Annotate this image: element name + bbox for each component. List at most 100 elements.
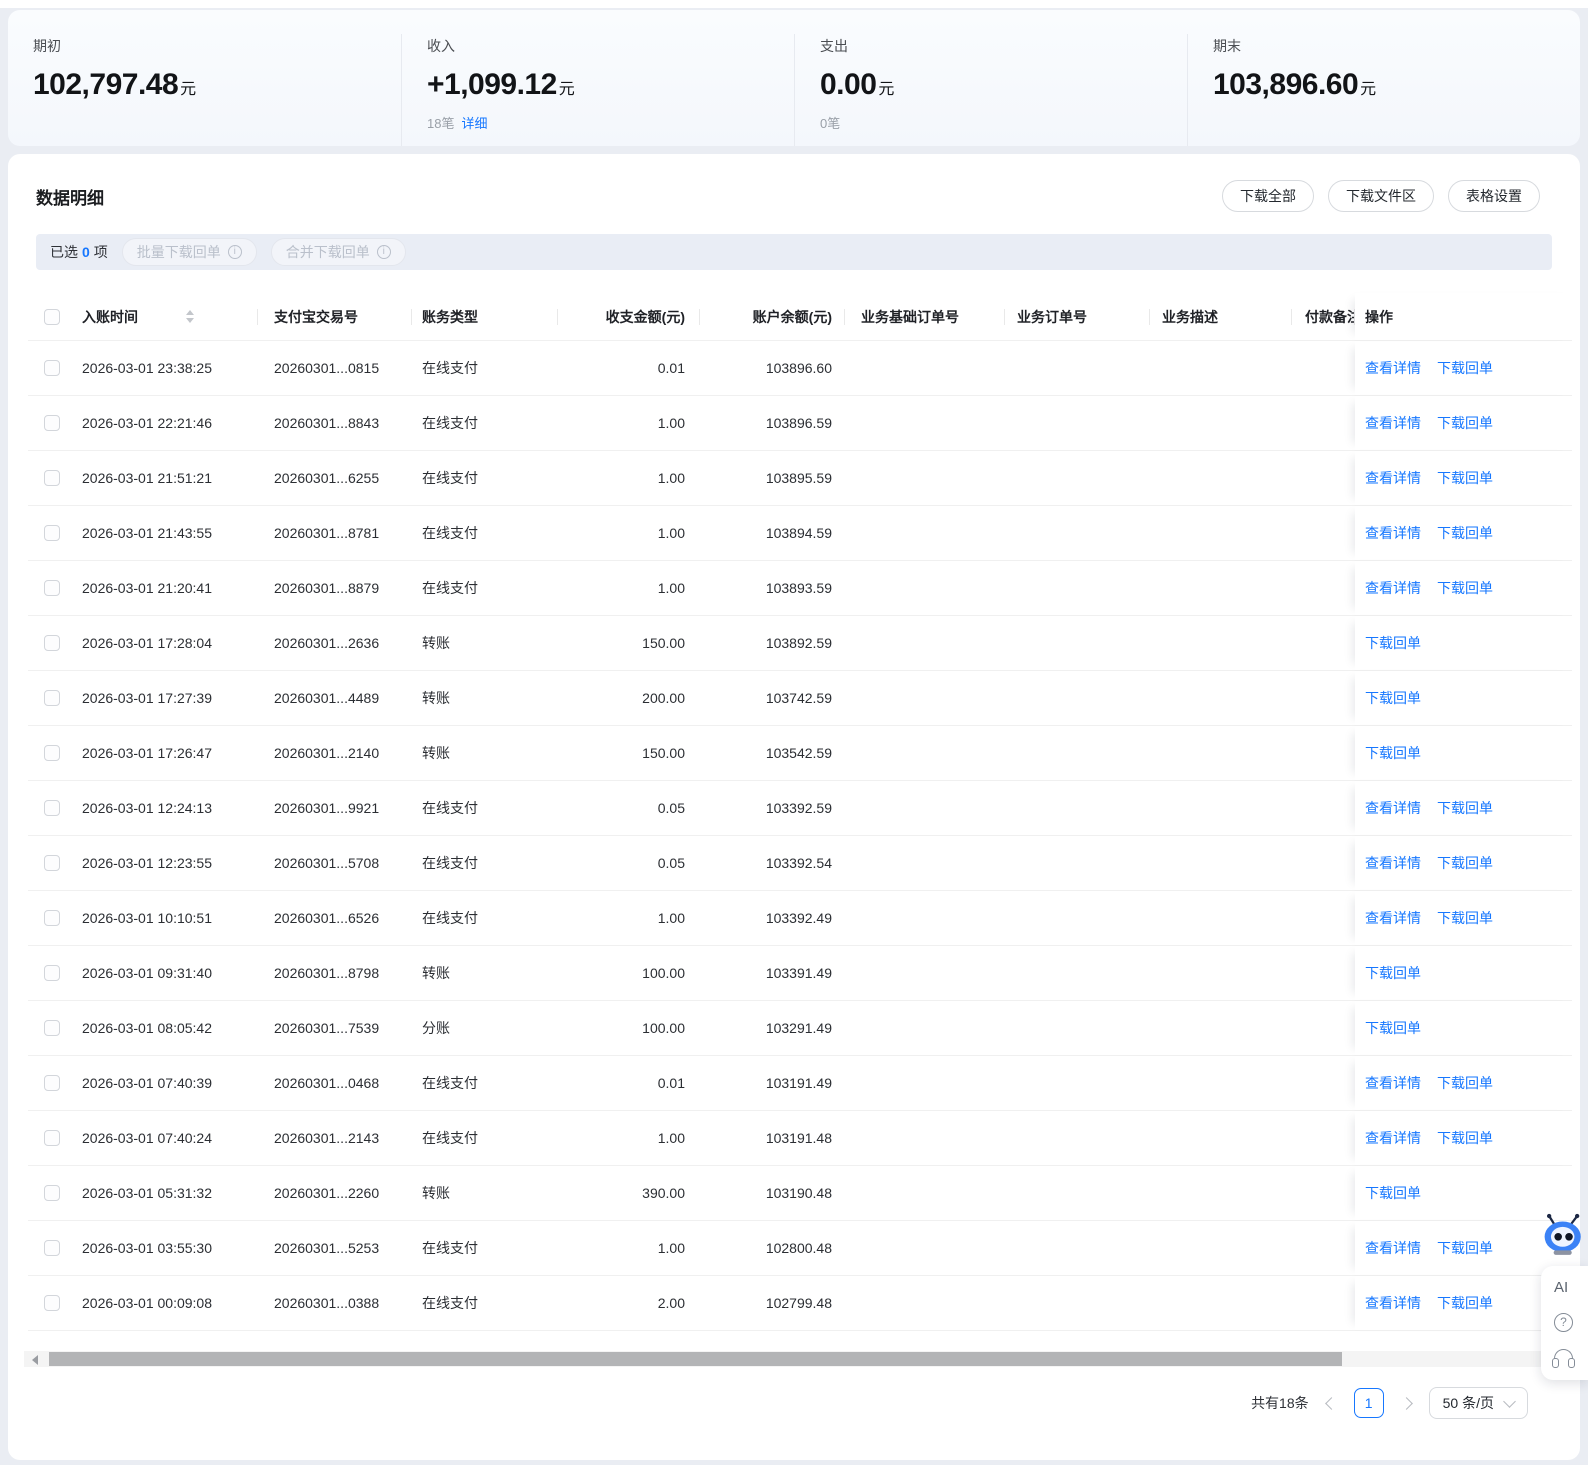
view-detail-link[interactable]: 查看详情	[1365, 1073, 1421, 1093]
row-checkbox[interactable]	[44, 1295, 60, 1311]
view-detail-link[interactable]: 查看详情	[1365, 1238, 1421, 1258]
table-row: 2026-03-01 03:55:30 20260301...5253 在线支付 1.…	[28, 1221, 1580, 1276]
row-checkbox[interactable]	[44, 1075, 60, 1091]
help-icon[interactable]	[1554, 1313, 1573, 1332]
row-checkbox[interactable]	[44, 965, 60, 981]
table-row: 2026-03-01 17:28:04 20260301...2636 转账 150.…	[28, 616, 1580, 671]
cell-amount: 150.00	[642, 745, 685, 761]
download-receipt-link[interactable]: 下载回单	[1437, 578, 1493, 598]
batch-download-receipts-button[interactable]: 批量下载回单	[121, 238, 257, 266]
cell-transaction-id: 20260301...2636	[274, 635, 380, 651]
selected-count: 0	[82, 244, 90, 260]
download-file-area-button[interactable]: 下载文件区	[1328, 180, 1434, 212]
download-receipt-link[interactable]: 下载回单	[1437, 1293, 1493, 1313]
summary-amount: 102,797.48	[33, 68, 179, 101]
download-receipt-link[interactable]: 下载回单	[1365, 688, 1421, 708]
cell-actions: 查看详情 下载回单	[1355, 341, 1580, 395]
download-receipt-link[interactable]: 下载回单	[1437, 853, 1493, 873]
download-receipt-link[interactable]: 下载回单	[1437, 413, 1493, 433]
row-checkbox[interactable]	[44, 580, 60, 596]
row-checkbox-cell	[28, 580, 64, 596]
row-checkbox[interactable]	[44, 470, 60, 486]
summary-closing: 期末 103,896.60 元	[1187, 34, 1580, 146]
cell-entry-time: 2026-03-01 17:27:39	[82, 690, 212, 706]
cell-account-type: 在线支付	[422, 800, 478, 816]
download-receipt-link[interactable]: 下载回单	[1437, 1128, 1493, 1148]
download-receipt-link[interactable]: 下载回单	[1437, 798, 1493, 818]
cell-amount: 1.00	[657, 910, 685, 926]
row-checkbox[interactable]	[44, 1020, 60, 1036]
cell-transaction-id: 20260301...2143	[274, 1130, 380, 1146]
view-detail-link[interactable]: 查看详情	[1365, 1293, 1421, 1313]
download-receipt-link[interactable]: 下载回单	[1437, 908, 1493, 928]
ai-label[interactable]: AI	[1554, 1279, 1588, 1296]
download-receipt-link[interactable]: 下载回单	[1365, 963, 1421, 983]
view-detail-link[interactable]: 查看详情	[1365, 1128, 1421, 1148]
view-detail-link[interactable]: 查看详情	[1365, 908, 1421, 928]
merge-download-receipts-button[interactable]: 合并下载回单	[270, 238, 406, 266]
select-all-checkbox[interactable]	[44, 308, 60, 325]
select-all-cell	[28, 308, 64, 325]
download-all-button[interactable]: 下载全部	[1222, 180, 1314, 212]
download-receipt-link[interactable]: 下载回单	[1365, 633, 1421, 653]
currency-unit: 元	[1360, 81, 1376, 98]
row-checkbox[interactable]	[44, 910, 60, 926]
summary-subline: 18笔 详细	[427, 113, 794, 132]
cell-balance: 103742.59	[765, 690, 832, 706]
robot-icon[interactable]	[1541, 1212, 1588, 1258]
cell-transaction-id: 20260301...8798	[274, 965, 380, 981]
row-checkbox[interactable]	[44, 1240, 60, 1256]
row-checkbox[interactable]	[44, 690, 60, 706]
next-page-icon[interactable]	[1399, 1396, 1413, 1410]
row-checkbox[interactable]	[44, 415, 60, 431]
cell-actions: 下载回单	[1355, 946, 1580, 1000]
batch-download-label: 批量下载回单	[136, 244, 221, 260]
sort-toggle[interactable]	[186, 310, 194, 323]
download-receipt-link[interactable]: 下载回单	[1365, 743, 1421, 763]
cell-entry-time: 2026-03-01 03:55:30	[82, 1240, 212, 1256]
row-checkbox[interactable]	[44, 360, 60, 376]
row-checkbox[interactable]	[44, 800, 60, 816]
transactions-table: 入账时间 支付宝交易号 账务类型 收支金额(元) 账户余额(元) 业务基础订单号…	[28, 293, 1580, 1331]
cell-amount: 1.00	[657, 415, 685, 431]
view-detail-link[interactable]: 查看详情	[1365, 578, 1421, 598]
table-row: 2026-03-01 21:43:55 20260301...8781 在线支付 1.…	[28, 506, 1580, 561]
download-receipt-link[interactable]: 下载回单	[1437, 358, 1493, 378]
scrollbar-thumb[interactable]	[49, 1352, 1342, 1366]
download-receipt-link[interactable]: 下载回单	[1365, 1183, 1421, 1203]
view-detail-link[interactable]: 查看详情	[1365, 358, 1421, 378]
download-receipt-link[interactable]: 下载回单	[1365, 1018, 1421, 1038]
page-number-button[interactable]: 1	[1353, 1388, 1384, 1418]
prev-page-icon[interactable]	[1324, 1396, 1338, 1410]
row-checkbox[interactable]	[44, 1185, 60, 1201]
scroll-left-arrow-icon[interactable]	[32, 1355, 38, 1365]
selected-prefix: 已选	[50, 244, 78, 260]
view-detail-link[interactable]: 查看详情	[1365, 523, 1421, 543]
cell-balance: 103392.49	[765, 910, 832, 926]
download-receipt-link[interactable]: 下载回单	[1437, 523, 1493, 543]
summary-expense: 支出 0.00 元 0笔	[794, 34, 1187, 146]
cell-entry-time: 2026-03-01 21:20:41	[82, 580, 212, 596]
cell-entry-time: 2026-03-01 17:28:04	[82, 635, 212, 651]
view-detail-link[interactable]: 查看详情	[1365, 413, 1421, 433]
row-checkbox[interactable]	[44, 745, 60, 761]
income-detail-link[interactable]: 详细	[461, 116, 487, 131]
row-checkbox[interactable]	[44, 635, 60, 651]
download-receipt-link[interactable]: 下载回单	[1437, 468, 1493, 488]
row-checkbox-cell	[28, 415, 64, 431]
row-checkbox[interactable]	[44, 855, 60, 871]
page-size-select[interactable]: 50 条/页	[1428, 1387, 1528, 1419]
row-checkbox[interactable]	[44, 1130, 60, 1146]
download-receipt-link[interactable]: 下载回单	[1437, 1073, 1493, 1093]
table-settings-button[interactable]: 表格设置	[1448, 180, 1540, 212]
view-detail-link[interactable]: 查看详情	[1365, 468, 1421, 488]
view-detail-link[interactable]: 查看详情	[1365, 798, 1421, 818]
view-detail-link[interactable]: 查看详情	[1365, 853, 1421, 873]
download-receipt-link[interactable]: 下载回单	[1437, 1238, 1493, 1258]
sort-desc-icon	[186, 318, 194, 323]
cell-account-type: 转账	[422, 1185, 450, 1201]
customer-service-icon[interactable]	[1552, 1349, 1575, 1368]
row-checkbox-cell	[28, 1185, 64, 1201]
cell-balance: 103391.49	[765, 965, 832, 981]
row-checkbox[interactable]	[44, 525, 60, 541]
